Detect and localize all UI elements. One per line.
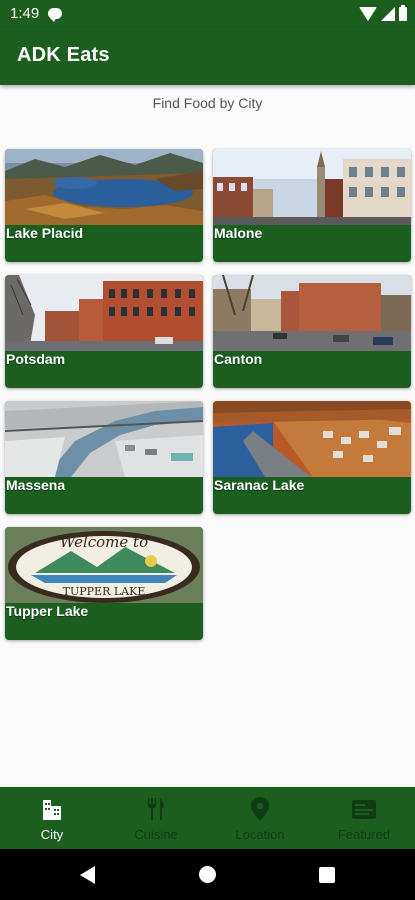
city-label: Lake Placid — [6, 225, 84, 241]
nav-item-location[interactable]: Location — [208, 787, 312, 849]
nav-item-featured[interactable]: Featured — [312, 787, 415, 849]
nav-label-location: Location — [235, 827, 285, 842]
city-photo-saranac-lake — [213, 401, 411, 477]
nav-item-cuisine[interactable]: Cuisine — [104, 787, 208, 849]
city-label: Potsdam — [6, 351, 66, 367]
tupper-lake-sign-line2: TUPPER LAKE — [63, 585, 146, 598]
city-card-malone[interactable]: Malone — [213, 149, 411, 262]
city-card-tupper-lake[interactable]: Welcome to TUPPER LAKE Tupper Lake — [5, 527, 203, 640]
city-card-massena[interactable]: Massena — [5, 401, 203, 514]
city-card-canton[interactable]: Canton — [213, 275, 411, 388]
city-card-potsdam[interactable]: Potsdam — [5, 275, 203, 388]
city-photo-lake-placid — [5, 149, 203, 225]
city-photo-tupper-lake: Welcome to TUPPER LAKE — [5, 527, 203, 603]
home-icon[interactable] — [199, 866, 216, 883]
back-icon[interactable] — [80, 866, 95, 884]
tupper-lake-sign-line1: Welcome to — [60, 533, 148, 551]
recent-apps-icon[interactable] — [319, 867, 335, 883]
city-label: Massena — [6, 477, 66, 493]
system-navigation-bar — [0, 849, 415, 900]
city-photo-potsdam — [5, 275, 203, 351]
city-label: Canton — [214, 351, 263, 367]
cutlery-icon — [148, 798, 164, 820]
city-card-saranac-lake[interactable]: Saranac Lake — [213, 401, 411, 514]
nav-label-featured: Featured — [337, 827, 391, 842]
city-label: Tupper Lake — [6, 603, 89, 619]
city-card-lake-placid[interactable]: Lake Placid — [5, 149, 203, 262]
bottom-navigation: City Cuisine Location Featured — [0, 787, 415, 849]
nav-label-city: City — [40, 827, 64, 842]
city-label: Malone — [214, 225, 263, 241]
city-label: Saranac Lake — [214, 477, 305, 493]
city-photo-massena — [5, 401, 203, 477]
location-pin-icon — [251, 797, 269, 821]
nav-label-cuisine: Cuisine — [134, 827, 178, 842]
city-icon — [43, 800, 61, 820]
city-grid: Lake Placid Malone Potsdam Canton Massen… — [0, 0, 415, 900]
nav-item-city[interactable]: City — [0, 787, 104, 849]
city-photo-canton — [213, 275, 411, 351]
featured-icon — [352, 800, 376, 819]
city-photo-malone — [213, 149, 411, 225]
